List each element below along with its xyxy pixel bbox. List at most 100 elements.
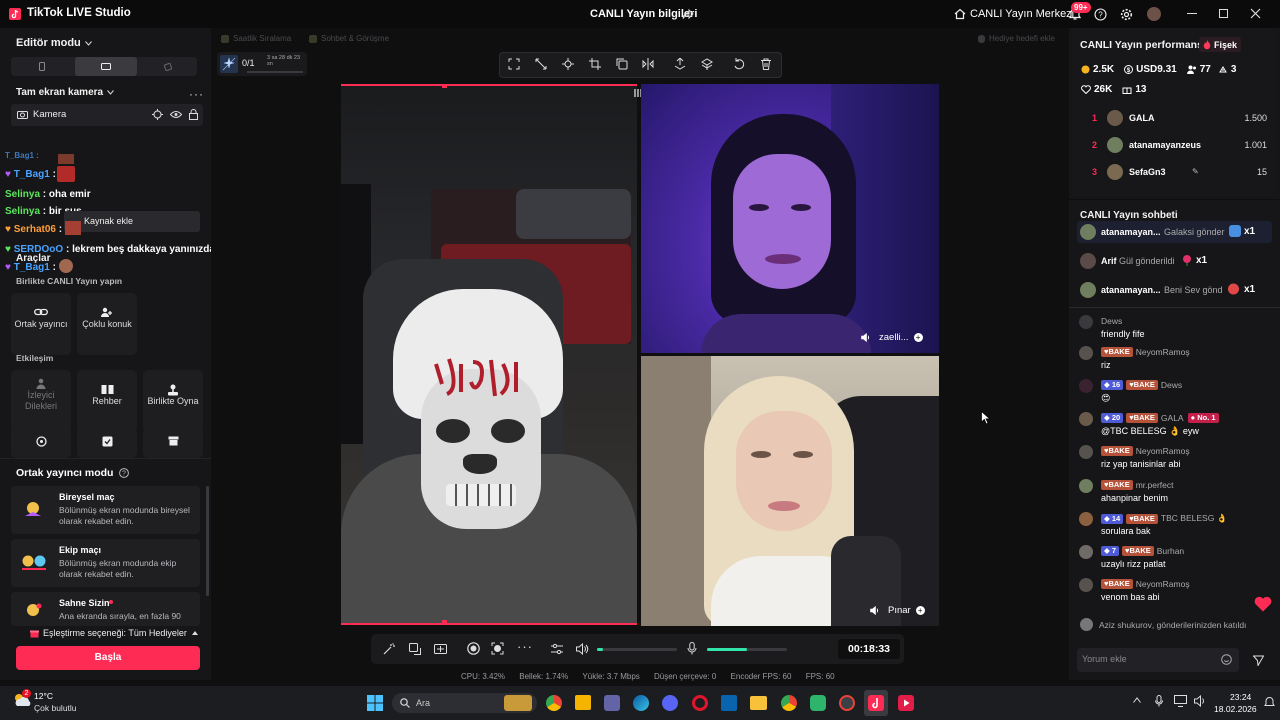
edge-icon[interactable] xyxy=(633,695,649,711)
whatsapp-icon[interactable] xyxy=(810,695,826,711)
send-icon[interactable] xyxy=(1253,655,1264,666)
record-icon[interactable] xyxy=(467,642,480,655)
expand-icon[interactable] xyxy=(535,58,547,70)
app-icon[interactable] xyxy=(839,695,855,711)
start-button[interactable]: Başla xyxy=(16,646,200,670)
windows-start-icon[interactable] xyxy=(367,695,383,711)
crop-icon[interactable] xyxy=(589,58,601,70)
chat-username[interactable]: NeyomRamoş xyxy=(1136,347,1190,357)
chat-username[interactable]: NeyomRamoş xyxy=(1136,446,1190,456)
chat-message[interactable]: ◆ 7 ♥BAKE Burhan uzaylı rizz patlat xyxy=(1079,543,1271,573)
screen-capture-icon[interactable] xyxy=(491,642,504,655)
chat-message[interactable]: ♥BAKE NeyomRamoş riz xyxy=(1079,344,1271,374)
scrollbar[interactable] xyxy=(206,486,209,596)
play-together-tile[interactable]: Birlikte Oyna xyxy=(143,370,203,432)
tool-tile-partial[interactable] xyxy=(143,428,203,458)
host-camera-feed[interactable] xyxy=(341,84,637,625)
teams-icon[interactable] xyxy=(604,695,620,711)
microphone-tray-icon[interactable] xyxy=(1155,695,1163,707)
guest-feed-2[interactable]: Pınar + xyxy=(641,356,939,626)
live-center-link[interactable]: CANLI Yayın Merkezi xyxy=(970,8,1074,20)
cohost-tile[interactable]: Ortak yayıncı xyxy=(11,293,71,355)
camera-source-row[interactable]: Kamera xyxy=(11,104,203,126)
leaderboard-row[interactable]: 3 SefaGn3 ✎ 15 xyxy=(1087,162,1267,184)
network-icon[interactable] xyxy=(1174,695,1187,707)
share-icon[interactable] xyxy=(682,8,694,20)
file-explorer-icon[interactable] xyxy=(750,696,767,710)
mode-card-stage[interactable]: Sahne Sizin Ana ekranda sırayla, en fazl… xyxy=(11,592,200,626)
mode-card-solo-match[interactable]: Bireysel maç Bölünmüş ekran modunda bire… xyxy=(11,486,200,534)
delete-icon[interactable] xyxy=(760,58,772,70)
layer-down-icon[interactable] xyxy=(701,58,713,70)
maximize-icon[interactable] xyxy=(1219,9,1228,18)
speaker-icon[interactable] xyxy=(861,333,871,342)
chrome-icon[interactable] xyxy=(546,695,562,711)
chat-username[interactable]: Burhan xyxy=(1157,546,1184,556)
undo-icon[interactable] xyxy=(733,58,745,70)
fire-badge[interactable]: Fişek xyxy=(1199,37,1242,52)
hourly-ranking-tab[interactable]: Saatlik Sıralama xyxy=(221,34,291,43)
chat-message[interactable]: ◆ 20 ♥BAKE GALA ● No. 1 @TBC BELESG 👌 eyw xyxy=(1079,410,1271,440)
chat-message[interactable]: ◆ 16 ♥BAKE Dews 😍 xyxy=(1079,377,1271,407)
taskbar-search[interactable]: Ara xyxy=(392,693,537,713)
chevron-up-icon[interactable] xyxy=(1133,697,1141,703)
tool-tile-partial[interactable] xyxy=(77,428,137,458)
comment-input[interactable]: Yorum ekle xyxy=(1077,648,1239,672)
chat-message[interactable]: ♥BAKE NeyomRamoş riz yap tanisinlar abi xyxy=(1079,443,1271,473)
close-icon[interactable] xyxy=(1250,8,1261,19)
microphone-icon[interactable] xyxy=(687,642,697,655)
settings-gear-icon[interactable] xyxy=(1120,8,1133,21)
match-option-dropdown[interactable]: Eşleştirme seçeneği: Tüm Hediyeler xyxy=(30,628,198,638)
equalizer-icon[interactable] xyxy=(551,643,563,655)
leaderboard-row[interactable]: 2 atanamayanzeus 1.001 xyxy=(1087,135,1267,157)
chat-username[interactable]: Dews xyxy=(1161,380,1182,390)
help-icon[interactable]: ? xyxy=(1094,8,1107,21)
resize-handle[interactable] xyxy=(442,620,447,625)
more-options-icon[interactable]: ··· xyxy=(189,87,204,101)
lock-icon[interactable] xyxy=(189,109,198,120)
more-icon[interactable]: ··· xyxy=(517,639,533,654)
emoji-icon[interactable] xyxy=(1221,654,1232,665)
mode-card-team-match[interactable]: Ekip maçı Bölünmüş ekran modunda ekip ol… xyxy=(11,539,200,587)
sticker-icon[interactable] xyxy=(409,643,421,655)
chrome-icon[interactable] xyxy=(781,695,797,711)
add-icon[interactable]: + xyxy=(915,606,925,615)
portrait-option[interactable] xyxy=(11,57,73,76)
chat-message[interactable]: Dews friendly fife xyxy=(1079,313,1271,343)
chat-username[interactable]: Dews xyxy=(1101,316,1122,326)
speaker-tray-icon[interactable] xyxy=(1194,695,1207,707)
chat-username[interactable]: GALA xyxy=(1161,413,1184,423)
home-icon[interactable] xyxy=(954,8,966,20)
layer-up-icon[interactable] xyxy=(674,58,686,70)
multi-guest-tile[interactable]: Çoklu konuk xyxy=(77,293,137,355)
chat-message[interactable]: ♥BAKE mr.perfect ahanpinar benim xyxy=(1079,477,1271,507)
store-icon[interactable] xyxy=(575,695,591,710)
visibility-eye-icon[interactable] xyxy=(170,110,182,119)
editor-mode-dropdown[interactable]: Editör modu xyxy=(16,37,92,49)
volume-slider[interactable] xyxy=(597,648,677,651)
target-icon[interactable] xyxy=(152,109,163,120)
gift-goal-tab[interactable]: Hediye hedefi ekle xyxy=(978,34,1055,43)
discord-icon[interactable] xyxy=(662,695,678,711)
chat-message[interactable]: ♥BAKE NeyomRamoş venom bas abi xyxy=(1079,576,1271,606)
add-icon[interactable]: + xyxy=(913,333,923,342)
rotate-option[interactable] xyxy=(137,57,199,76)
fit-icon[interactable] xyxy=(508,58,520,70)
guide-tile[interactable]: Rehber xyxy=(77,370,137,432)
outlook-icon[interactable] xyxy=(721,695,737,711)
resize-handle[interactable] xyxy=(442,84,447,88)
chat-username[interactable]: TBC BELESG 👌 xyxy=(1161,513,1227,524)
speaker-icon[interactable] xyxy=(870,606,880,615)
notification-center-icon[interactable] xyxy=(1264,696,1275,708)
chat-message[interactable]: ◆ 14 ♥BAKE TBC BELESG 👌 sorulara bak xyxy=(1079,510,1271,540)
tool-tile-partial[interactable] xyxy=(11,428,71,458)
landscape-option[interactable] xyxy=(75,57,137,76)
chat-username[interactable]: NeyomRamoş xyxy=(1136,579,1190,589)
volume-icon[interactable] xyxy=(576,643,589,655)
duplicate-icon[interactable] xyxy=(616,58,628,70)
viewer-wishes-tile[interactable]: İzleyici Dilekleri xyxy=(11,370,71,432)
chat-meet-tab[interactable]: Sohbet & Görüşme xyxy=(309,34,389,43)
minimize-icon[interactable] xyxy=(1187,13,1197,14)
profile-avatar[interactable] xyxy=(1147,7,1161,21)
flip-icon[interactable] xyxy=(642,58,654,70)
